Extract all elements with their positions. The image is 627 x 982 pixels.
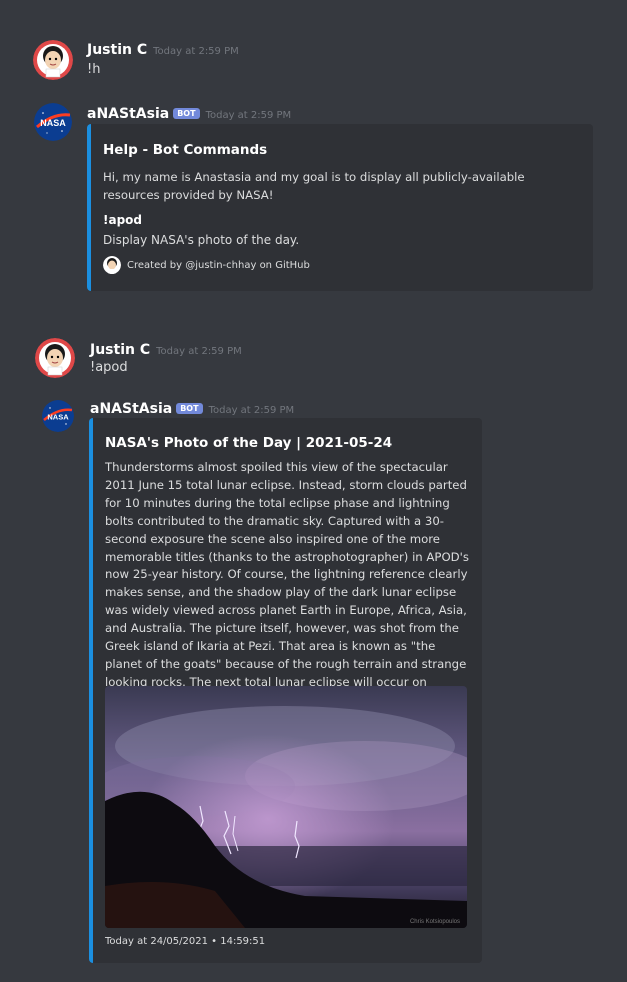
username[interactable]: aNAStAsia xyxy=(90,401,172,417)
user-avatar[interactable] xyxy=(33,40,73,80)
apod-image[interactable]: Chris Kotsiopoulos xyxy=(105,686,467,928)
username[interactable]: aNAStAsia xyxy=(87,106,169,122)
embed-footer-text: Created by @justin-chhay on GitHub xyxy=(127,260,310,271)
username[interactable]: Justin C xyxy=(90,342,150,358)
message-text: !apod xyxy=(90,360,128,375)
timestamp: Today at 2:59 PM xyxy=(156,346,242,357)
creator-avatar-icon xyxy=(103,256,121,274)
username[interactable]: Justin C xyxy=(87,42,147,58)
timestamp: Today at 2:59 PM xyxy=(205,110,292,121)
embed-description: Thunderstorms almost spoiled this view o… xyxy=(105,460,469,707)
embed-field-value: Display NASA's photo of the day. xyxy=(103,233,300,247)
svg-text:Chris Kotsiopoulos: Chris Kotsiopoulos xyxy=(410,919,460,925)
embed-description: Hi, my name is Anastasia and my goal is … xyxy=(103,170,525,202)
bot-avatar[interactable]: NASA xyxy=(34,103,72,141)
bot-badge: BOT xyxy=(173,108,200,119)
embed-field-name: !apod xyxy=(103,213,142,227)
embed-title[interactable]: NASA's Photo of the Day | 2021-05-24 xyxy=(105,435,392,451)
embed-footer-text: Today at 24/05/2021 • 14:59:51 xyxy=(105,936,266,947)
bot-avatar[interactable]: NASA xyxy=(42,400,74,432)
svg-text:NASA: NASA xyxy=(47,413,69,422)
embed-title: Help - Bot Commands xyxy=(103,142,268,158)
timestamp: Today at 2:59 PM xyxy=(208,405,295,416)
timestamp: Today at 2:59 PM xyxy=(153,46,239,57)
message-text: !h xyxy=(87,62,101,77)
svg-text:NASA: NASA xyxy=(40,118,66,128)
help-embed: Help - Bot Commands Hi, my name is Anast… xyxy=(87,124,593,291)
apod-embed: NASA's Photo of the Day | 2021-05-24 Thu… xyxy=(89,418,482,963)
bot-badge: BOT xyxy=(176,403,203,414)
user-avatar[interactable] xyxy=(35,338,75,378)
